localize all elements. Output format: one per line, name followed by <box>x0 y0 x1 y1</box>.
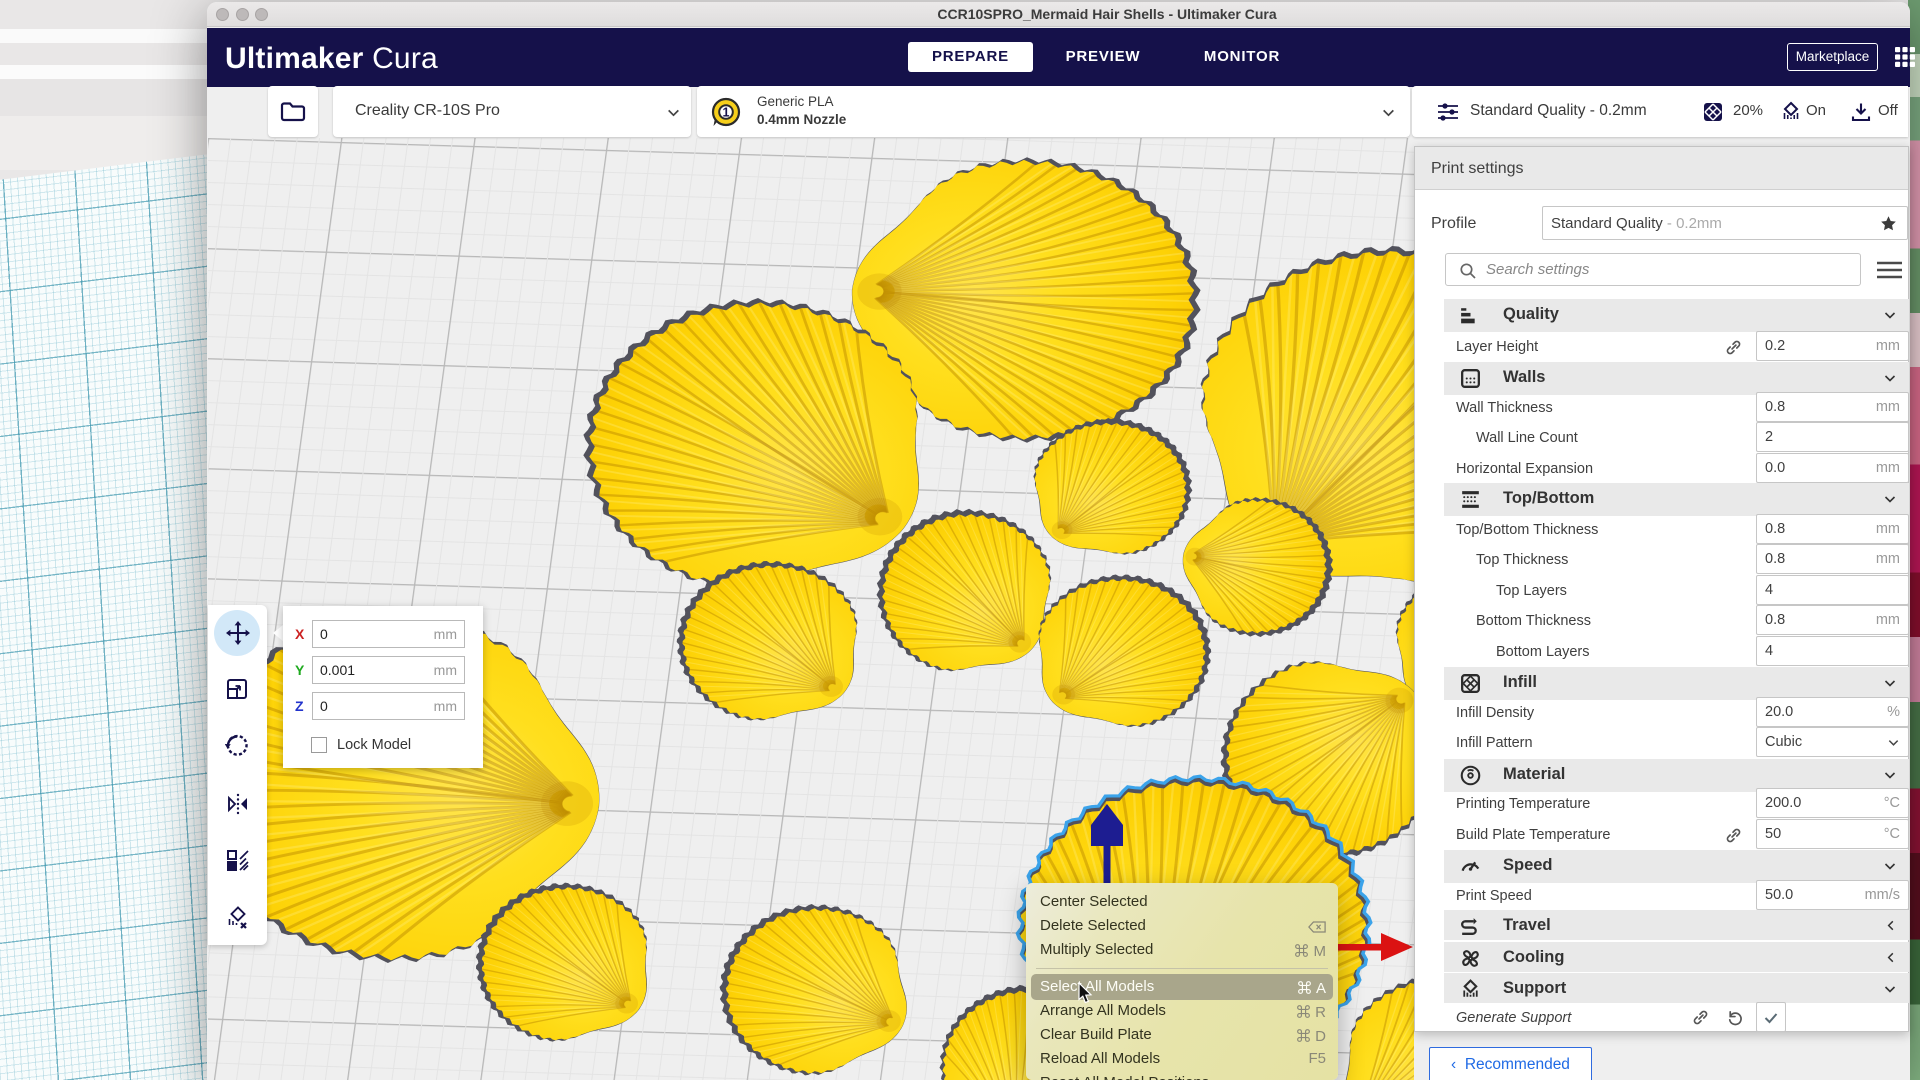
svg-text:1: 1 <box>723 106 730 120</box>
